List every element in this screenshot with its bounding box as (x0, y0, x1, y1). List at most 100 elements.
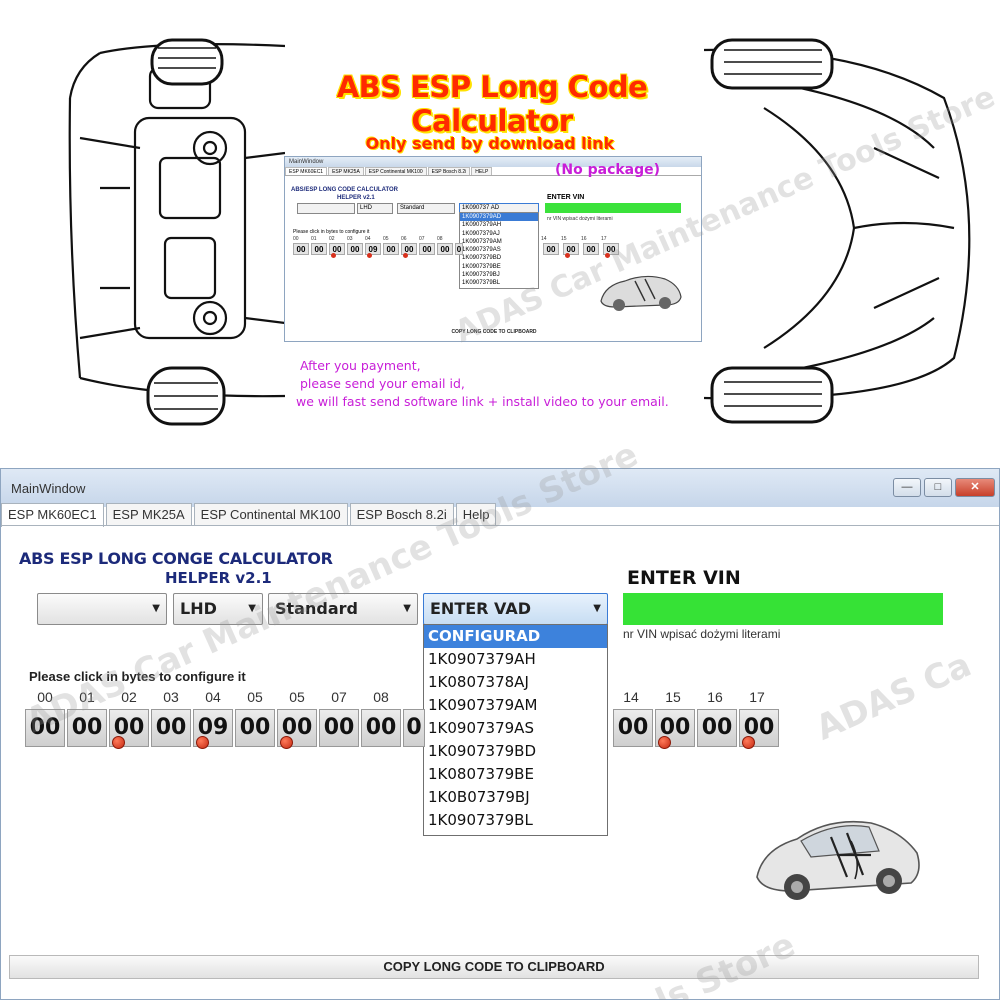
byte-cell[interactable]: 00 (235, 709, 275, 747)
mini-vin-hint: nr VIN wpisać dożymi literami (547, 216, 613, 222)
byte-cell[interactable]: 00 (697, 709, 737, 747)
combo-part-number[interactable]: ENTER VAD ▼ (423, 593, 608, 625)
byte-index-label: 07 (331, 689, 347, 705)
dropdown-item[interactable]: 1K0907379AS (424, 717, 607, 740)
mini-tab-bosch: ESP Bosch 8.2i (427, 167, 471, 175)
dropdown-item[interactable]: 1K0907379AM (424, 694, 607, 717)
byte-marker-icon (112, 736, 125, 749)
enter-vin-label: ENTER VIN (627, 567, 741, 589)
chevron-down-icon: ▼ (152, 603, 160, 614)
mini-dropdown-item: 1K0907379AH (462, 222, 502, 229)
copy-long-code-button[interactable]: COPY LONG CODE TO CLIPBOARD (9, 955, 979, 979)
mini-byte-cell: 00 (311, 243, 327, 255)
mini-combo-2: LHD (357, 203, 393, 214)
minimize-button[interactable]: — (893, 478, 921, 497)
mini-marker-icon (565, 253, 570, 258)
tab-bar: ESP MK60EC1 ESP MK25A ESP Continental MK… (1, 503, 498, 527)
tab-esp-mk25a[interactable]: ESP MK25A (105, 503, 192, 525)
mini-dropdown-item: 1K0907379AS (462, 247, 501, 254)
mini-byte-index: 17 (601, 236, 607, 242)
mini-byte-index: 03 (347, 236, 353, 242)
dropdown-item[interactable]: 1K0807378AJ (424, 671, 607, 694)
byte-cell[interactable]: 0 (403, 709, 425, 747)
mini-byte-cell: 00 (419, 243, 435, 255)
dropdown-item[interactable]: 1K0907379BL (424, 809, 607, 832)
mini-marker-icon (331, 253, 336, 258)
mini-vin-field (545, 203, 681, 213)
byte-index-label: 05 (247, 689, 263, 705)
byte-marker-icon (196, 736, 209, 749)
mini-byte-index: 06 (401, 236, 407, 242)
byte-cell[interactable]: 00 (151, 709, 191, 747)
mini-dropdown-item: 1K0907379BJ (462, 272, 500, 279)
mini-byte-index: 00 (293, 236, 299, 242)
no-package-note: (No package) (555, 162, 661, 178)
mini-dropdown-item: 1K0907379AJ (462, 230, 500, 237)
byte-index-label: 04 (205, 689, 221, 705)
byte-index-label: 14 (623, 689, 639, 705)
byte-cell[interactable]: 00 (613, 709, 653, 747)
payment-line-3: we will fast send software link + instal… (296, 394, 669, 409)
mini-byte-cell: 00 (383, 243, 399, 255)
byte-cell[interactable]: 00 (361, 709, 401, 747)
combo-model[interactable]: ▼ (37, 593, 167, 625)
mini-tab-mk25a: ESP MK25A (328, 167, 364, 175)
mini-combo-3: Standard (397, 203, 455, 214)
mini-byte-index: 14 (541, 236, 547, 242)
mini-dropdown-item: 1K0907379AD (460, 213, 538, 222)
window-title: MainWindow (11, 481, 86, 496)
tab-esp-mk60ec1[interactable]: ESP MK60EC1 (1, 503, 104, 527)
mini-enter-vin: ENTER VIN (547, 194, 585, 201)
helper-version: HELPER v2.1 (165, 569, 272, 587)
mini-byte-index: 05 (383, 236, 389, 242)
combo-part-number-value: ENTER VAD (430, 599, 532, 618)
promo-banner: ABS ESP Long Code Calculator Only send b… (0, 0, 1000, 462)
mini-byte-cell: 00 (437, 243, 453, 255)
mini-byte-index: 04 (365, 236, 371, 242)
payment-line-1: After you payment, (300, 358, 421, 373)
maximize-button[interactable]: □ (924, 478, 952, 497)
mini-byte-cell: 0 (455, 243, 463, 255)
byte-index-label: 17 (749, 689, 765, 705)
mini-byte-index: 16 (581, 236, 587, 242)
vin-input[interactable] (623, 593, 943, 625)
car-schematic-left-icon (68, 38, 285, 426)
mini-byte-index: 02 (329, 236, 335, 242)
byte-index-label: 08 (373, 689, 389, 705)
part-number-dropdown: CONFIGURAD 1K0907379AH 1K0807378AJ 1K090… (423, 624, 608, 836)
chevron-down-icon: ▼ (593, 603, 601, 614)
mini-byte-cell: 00 (347, 243, 363, 255)
promo-subtitle: Only send by download link (365, 134, 615, 153)
dropdown-item[interactable]: 1K0907379BD (424, 740, 607, 763)
mini-dropdown: 1K0907379AD 1K0907379AH 1K0907379AJ 1K09… (459, 212, 539, 289)
dropdown-item[interactable]: 1K0907379AH (424, 648, 607, 671)
mini-byte-cell: 00 (543, 243, 559, 255)
vin-hint: nr VIN wpisać dożymi literami (623, 627, 781, 641)
car-photo-icon (756, 820, 920, 900)
mini-byte-cell: 00 (293, 243, 309, 255)
close-button[interactable]: ✕ (955, 478, 995, 497)
mini-dropdown-item: 1K0907379BD (462, 255, 502, 262)
dropdown-item[interactable]: 1K0B07379BJ (424, 786, 607, 809)
dropdown-item[interactable]: 1K0807379BE (424, 763, 607, 786)
mini-combo-1 (297, 203, 355, 214)
payment-line-2: please send your email id, (300, 376, 465, 391)
mini-tab-continental: ESP Continental MK100 (364, 167, 427, 175)
byte-index-label: 15 (665, 689, 681, 705)
byte-marker-icon (658, 736, 671, 749)
mini-byte-index: 01 (311, 236, 317, 242)
byte-index-label: 16 (707, 689, 723, 705)
byte-cell[interactable]: 00 (319, 709, 359, 747)
mini-tab-help: HELP (471, 167, 493, 175)
byte-marker-icon (280, 736, 293, 749)
mini-dropdown-item: 1K0907379BE (462, 263, 501, 270)
byte-index-label: 03 (163, 689, 179, 705)
dropdown-item[interactable]: CONFIGURAD (424, 625, 607, 648)
mini-byte-index: 07 (419, 236, 425, 242)
tab-esp-continental-mk100[interactable]: ESP Continental MK100 (193, 503, 348, 525)
mini-configure-hint: Please click in bytes to configure it (293, 229, 370, 235)
mini-helper: HELPER v2.1 (337, 195, 375, 201)
combo-drive-side-value: LHD (180, 599, 217, 618)
mini-byte-index: 15 (561, 236, 567, 242)
byte-marker-icon (742, 736, 755, 749)
